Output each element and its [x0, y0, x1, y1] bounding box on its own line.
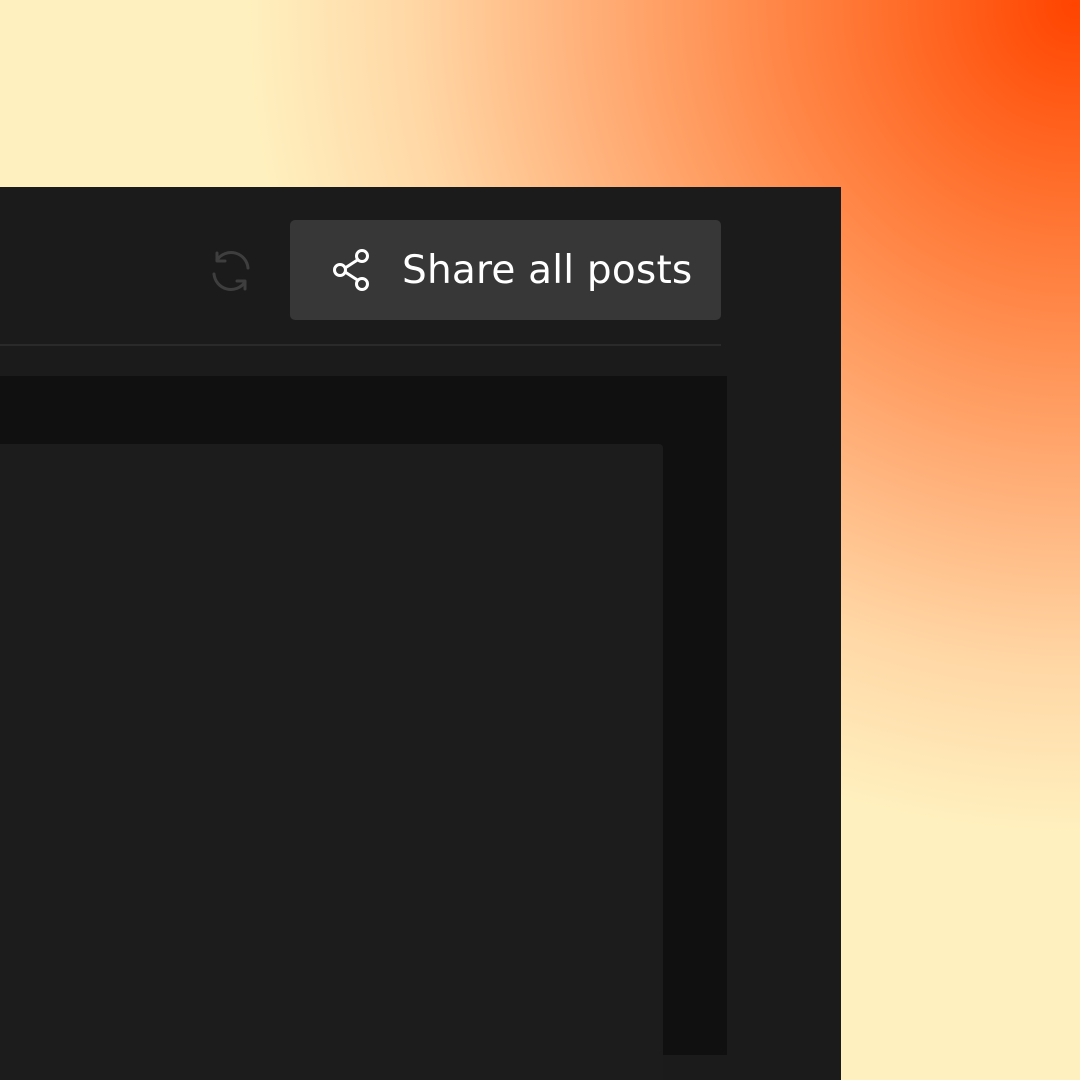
share-button-label: Share all posts — [402, 247, 693, 293]
post-preview-panel — [0, 444, 663, 1080]
share-icon — [332, 248, 372, 292]
refresh-button[interactable] — [206, 246, 256, 296]
header-divider — [0, 344, 721, 346]
refresh-icon — [212, 251, 250, 291]
share-all-posts-button[interactable]: Share all posts — [290, 220, 721, 320]
